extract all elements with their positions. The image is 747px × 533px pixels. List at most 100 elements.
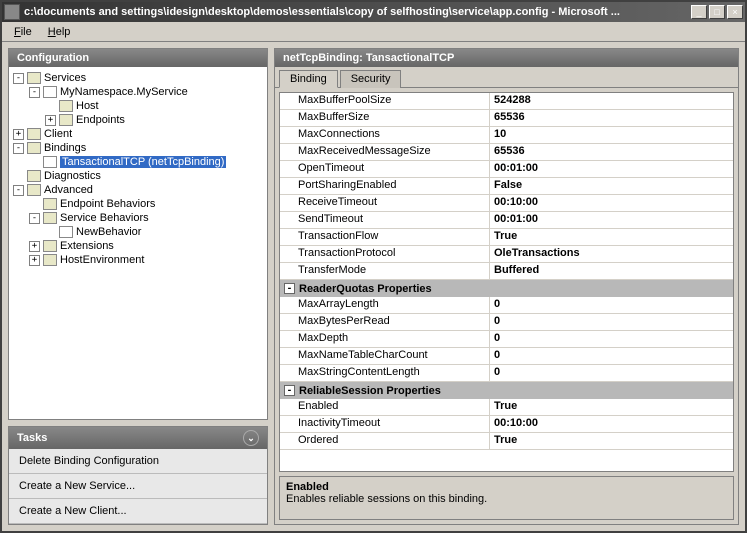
folder-icon: [43, 198, 57, 210]
tree-item-extensions[interactable]: Extensions: [60, 240, 114, 252]
tree-item-service-behaviors[interactable]: Service Behaviors: [60, 212, 149, 224]
expand-toggle[interactable]: -: [29, 87, 40, 98]
collapse-toggle[interactable]: -: [284, 283, 295, 294]
help-title: Enabled: [286, 481, 727, 493]
tree-item-newbehavior[interactable]: NewBehavior: [76, 226, 141, 238]
minimize-button[interactable]: _: [691, 5, 707, 19]
prop-value[interactable]: True: [490, 229, 733, 245]
tree-item-bindings[interactable]: Bindings: [44, 142, 86, 154]
task-new-client[interactable]: Create a New Client...: [9, 499, 267, 524]
menubar: File Help: [2, 22, 745, 42]
prop-label: MaxReceivedMessageSize: [280, 144, 490, 160]
tab-security[interactable]: Security: [340, 70, 402, 88]
tab-binding[interactable]: Binding: [279, 70, 338, 88]
help-panel: Enabled Enables reliable sessions on thi…: [279, 476, 734, 520]
prop-value[interactable]: 0: [490, 331, 733, 347]
prop-label: MaxBufferSize: [280, 110, 490, 126]
folder-icon: [59, 100, 73, 112]
prop-value[interactable]: True: [490, 399, 733, 415]
tree-item-tansactionaltcp[interactable]: TansactionalTCP (netTcpBinding): [60, 156, 226, 168]
titlebar: c:\documents and settings\idesign\deskto…: [2, 2, 745, 22]
prop-category-reader[interactable]: -ReaderQuotas Properties: [280, 280, 733, 297]
prop-value[interactable]: 65536: [490, 144, 733, 160]
tree-item-host[interactable]: Host: [76, 100, 99, 112]
prop-value[interactable]: 65536: [490, 110, 733, 126]
prop-label: InactivityTimeout: [280, 416, 490, 432]
prop-label: MaxConnections: [280, 127, 490, 143]
expand-toggle[interactable]: +: [13, 129, 24, 140]
prop-label: Ordered: [280, 433, 490, 449]
tree-item-endpoint-behaviors[interactable]: Endpoint Behaviors: [60, 198, 155, 210]
folder-icon: [43, 254, 57, 266]
prop-value[interactable]: False: [490, 178, 733, 194]
prop-value[interactable]: OleTransactions: [490, 246, 733, 262]
configuration-tree[interactable]: -Services -MyNamespace.MyService Host +E…: [9, 67, 267, 419]
prop-category-reliable[interactable]: -ReliableSession Properties: [280, 382, 733, 399]
right-panel-header: netTcpBinding: TansactionalTCP: [275, 49, 738, 67]
tabstrip: Binding Security: [275, 67, 738, 88]
prop-value[interactable]: True: [490, 433, 733, 449]
expand-toggle[interactable]: +: [29, 255, 40, 266]
prop-label: MaxNameTableCharCount: [280, 348, 490, 364]
prop-value[interactable]: 0: [490, 348, 733, 364]
prop-label: TransactionFlow: [280, 229, 490, 245]
prop-label: MaxArrayLength: [280, 297, 490, 313]
configuration-header: Configuration: [9, 49, 267, 67]
binding-heading: netTcpBinding: TansactionalTCP: [283, 52, 454, 64]
tasks-header[interactable]: Tasks ⌄: [9, 427, 267, 449]
prop-value[interactable]: 524288: [490, 93, 733, 109]
prop-value[interactable]: 0: [490, 314, 733, 330]
tree-item-client[interactable]: Client: [44, 128, 72, 140]
folder-icon: [59, 114, 73, 126]
prop-label: MaxDepth: [280, 331, 490, 347]
prop-value[interactable]: 0: [490, 297, 733, 313]
expand-toggle[interactable]: -: [13, 185, 24, 196]
prop-label: MaxStringContentLength: [280, 365, 490, 381]
expand-toggle[interactable]: -: [13, 143, 24, 154]
close-button[interactable]: ×: [727, 5, 743, 19]
prop-label: OpenTimeout: [280, 161, 490, 177]
prop-value[interactable]: 00:01:00: [490, 212, 733, 228]
tree-item-myservice[interactable]: MyNamespace.MyService: [60, 86, 188, 98]
prop-value[interactable]: 10: [490, 127, 733, 143]
maximize-button[interactable]: □: [709, 5, 725, 19]
help-description: Enables reliable sessions on this bindin…: [286, 493, 727, 505]
prop-label: PortSharingEnabled: [280, 178, 490, 194]
tree-item-services[interactable]: Services: [44, 72, 86, 84]
expand-toggle[interactable]: +: [45, 115, 56, 126]
folder-icon: [27, 128, 41, 140]
task-new-service[interactable]: Create a New Service...: [9, 474, 267, 499]
window-title: c:\documents and settings\idesign\deskto…: [24, 6, 691, 18]
tree-item-advanced[interactable]: Advanced: [44, 184, 93, 196]
task-delete-binding[interactable]: Delete Binding Configuration: [9, 449, 267, 474]
folder-icon: [27, 142, 41, 154]
menu-file[interactable]: File: [6, 24, 40, 40]
prop-value[interactable]: 00:01:00: [490, 161, 733, 177]
binding-icon: [43, 156, 57, 168]
prop-value[interactable]: 00:10:00: [490, 416, 733, 432]
tasks-title: Tasks: [17, 432, 47, 444]
menu-help[interactable]: Help: [40, 24, 79, 40]
folder-icon: [27, 170, 41, 182]
property-grid[interactable]: MaxBufferPoolSize524288 MaxBufferSize655…: [279, 92, 734, 472]
behavior-icon: [59, 226, 73, 238]
prop-value[interactable]: Buffered: [490, 263, 733, 279]
prop-value[interactable]: 00:10:00: [490, 195, 733, 211]
collapse-toggle[interactable]: -: [284, 385, 295, 396]
expand-toggle[interactable]: -: [13, 73, 24, 84]
prop-value[interactable]: 0: [490, 365, 733, 381]
folder-icon: [43, 240, 57, 252]
tree-item-endpoints[interactable]: Endpoints: [76, 114, 125, 126]
prop-label: MaxBytesPerRead: [280, 314, 490, 330]
app-icon: [4, 4, 20, 20]
folder-icon: [27, 184, 41, 196]
prop-label: TransactionProtocol: [280, 246, 490, 262]
expand-toggle[interactable]: +: [29, 241, 40, 252]
main-window: c:\documents and settings\idesign\deskto…: [0, 0, 747, 533]
tree-item-hostenv[interactable]: HostEnvironment: [60, 254, 144, 266]
chevron-down-icon[interactable]: ⌄: [243, 430, 259, 446]
prop-label: ReceiveTimeout: [280, 195, 490, 211]
expand-toggle[interactable]: -: [29, 213, 40, 224]
tree-item-diagnostics[interactable]: Diagnostics: [44, 170, 101, 182]
folder-icon: [43, 212, 57, 224]
